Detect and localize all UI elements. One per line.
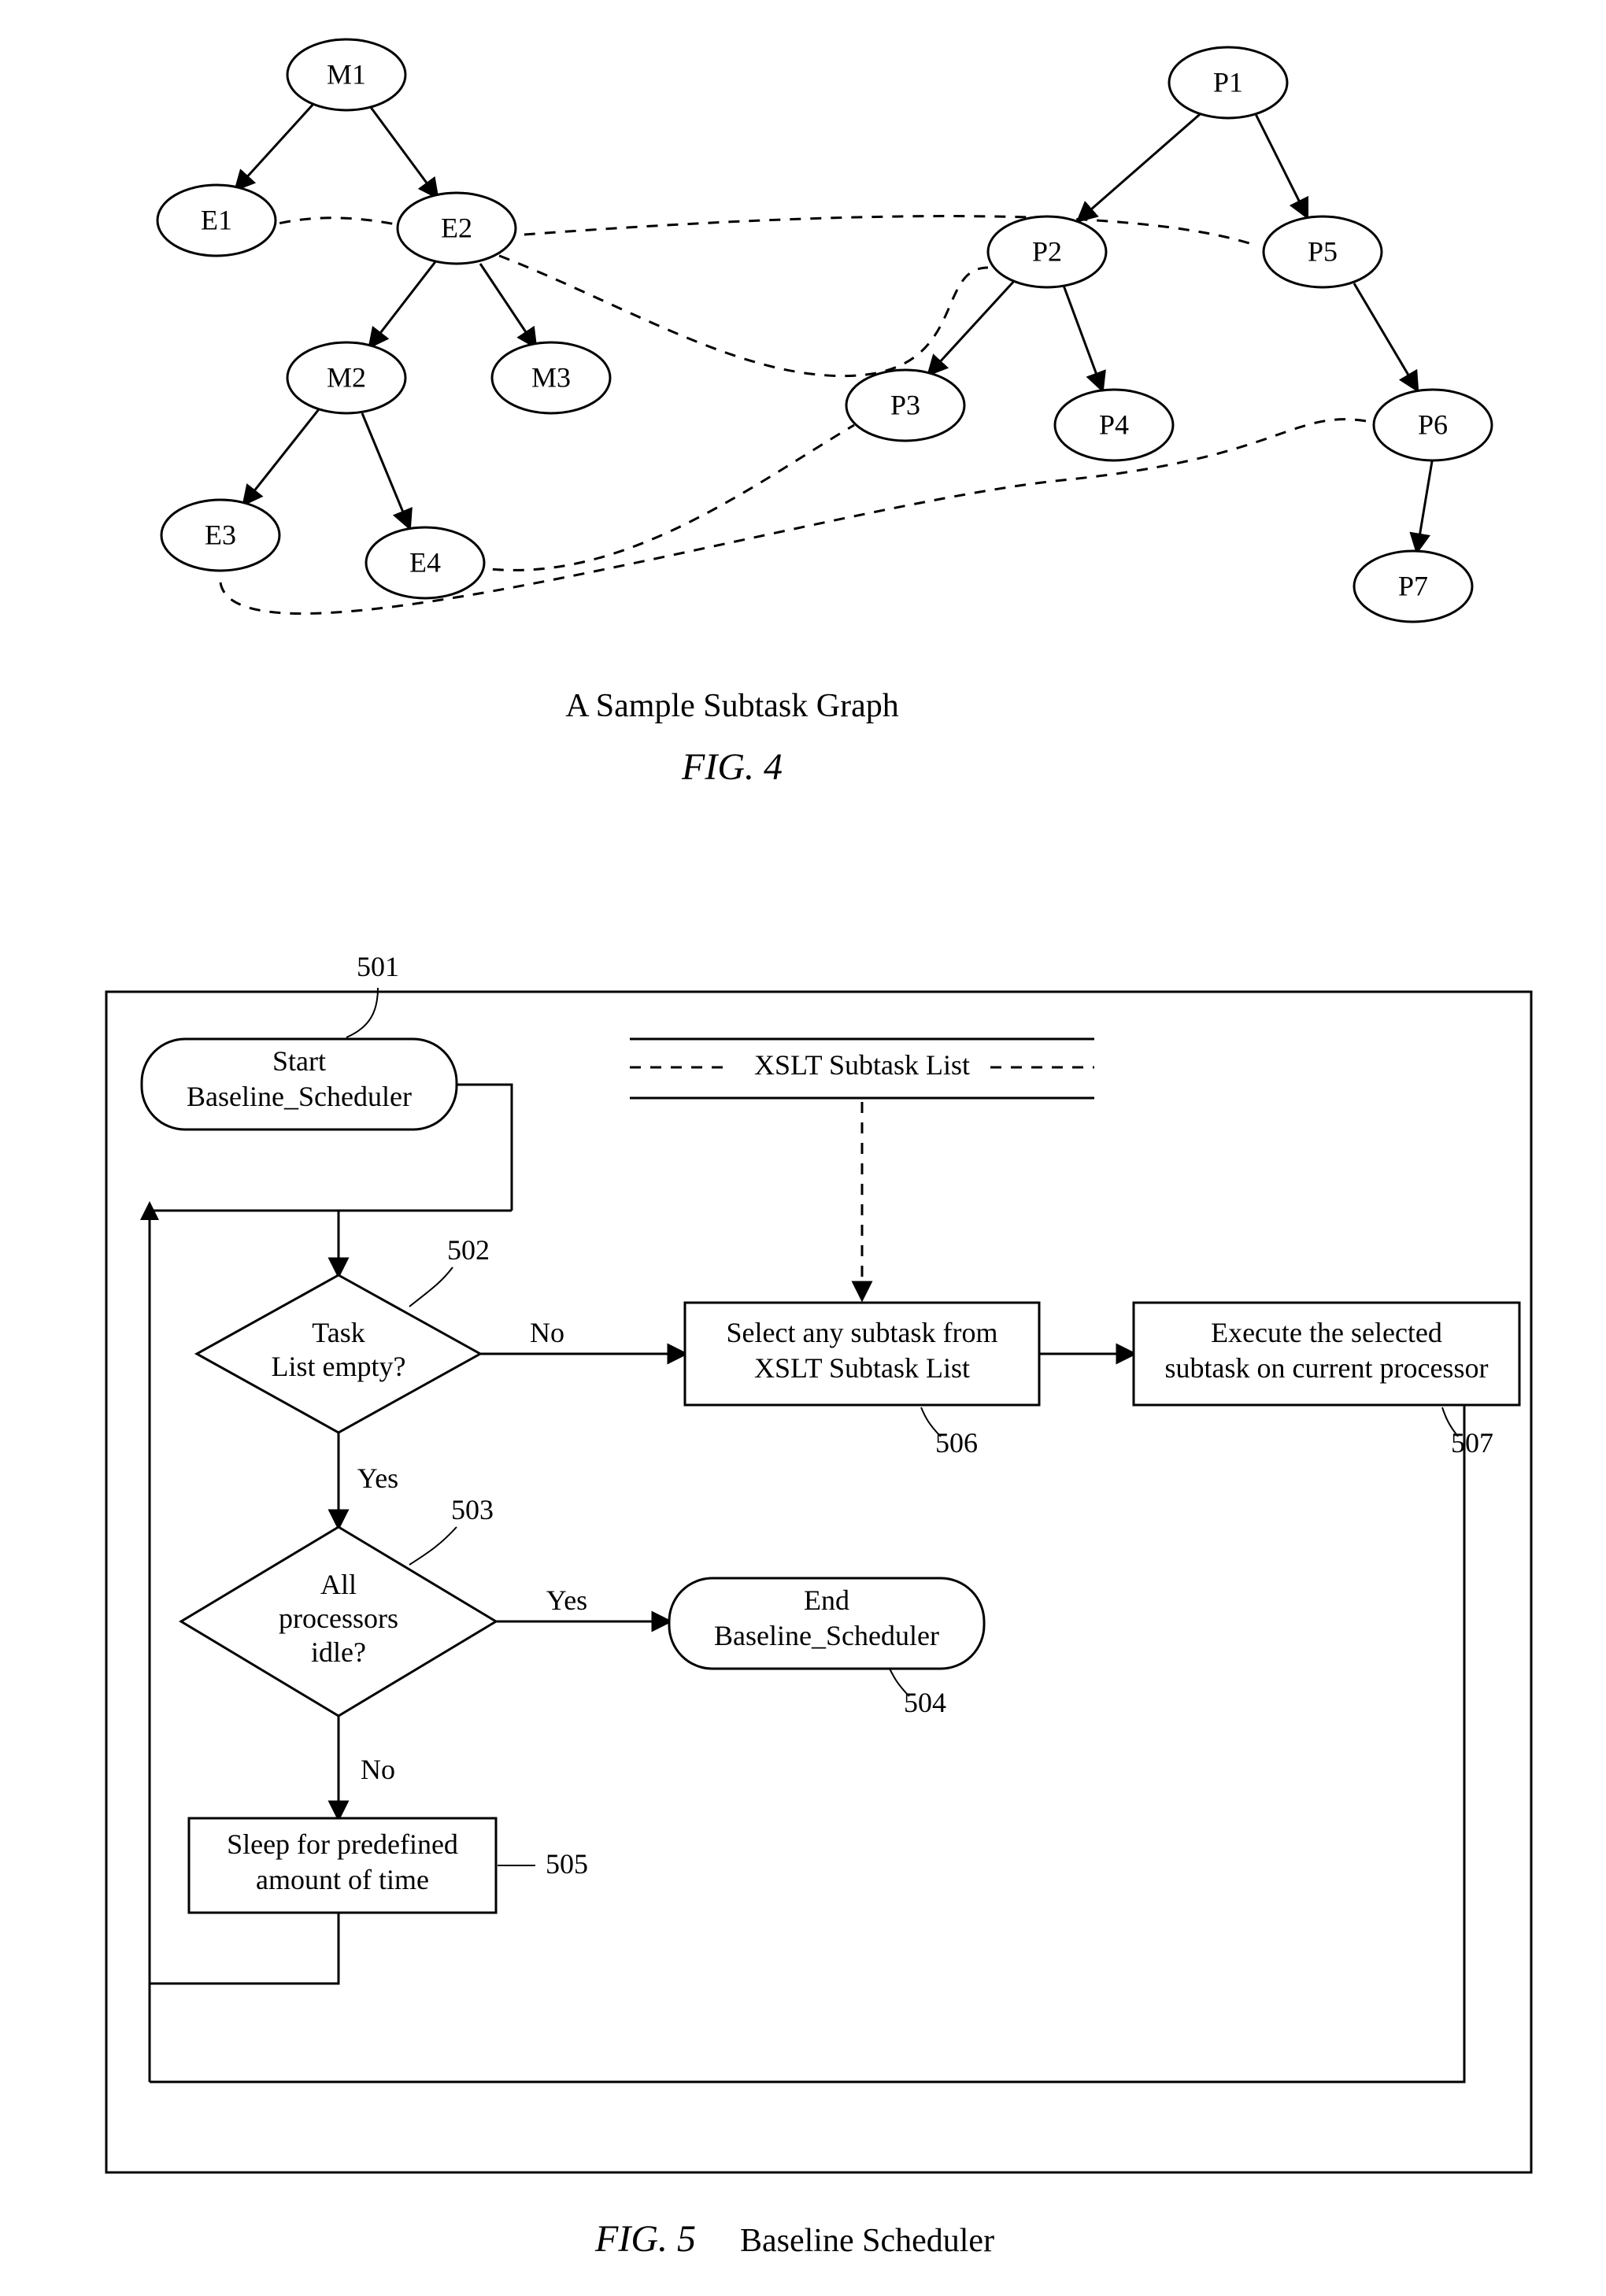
svg-text:Start: Start xyxy=(272,1045,326,1077)
edge-E2-M2 xyxy=(370,260,437,346)
svg-text:P1: P1 xyxy=(1213,66,1243,98)
ref-507: 507 xyxy=(1451,1427,1493,1459)
ref-502: 502 xyxy=(447,1234,490,1266)
label-503-yes: Yes xyxy=(546,1584,587,1616)
svg-text:Task: Task xyxy=(312,1317,364,1348)
node-P2: P2 xyxy=(988,216,1106,287)
svg-text:P5: P5 xyxy=(1308,235,1338,267)
svg-text:processors: processors xyxy=(279,1603,398,1634)
edge-E2-M3 xyxy=(480,264,535,346)
svg-text:All: All xyxy=(320,1569,357,1600)
svg-text:P6: P6 xyxy=(1418,409,1448,440)
node-P5: P5 xyxy=(1264,216,1382,287)
svg-text:M3: M3 xyxy=(531,361,571,393)
node-E1: E1 xyxy=(157,185,276,256)
ref-503: 503 xyxy=(451,1494,494,1525)
node-P7: P7 xyxy=(1354,551,1472,622)
terminal-end: End Baseline_Scheduler xyxy=(669,1578,984,1669)
edge-M2-E4 xyxy=(362,413,409,527)
edge-M1-E2 xyxy=(370,106,437,197)
edge-E2-P5 xyxy=(504,216,1252,244)
node-P6: P6 xyxy=(1374,390,1492,460)
svg-text:Baseline_Scheduler: Baseline_Scheduler xyxy=(714,1620,939,1651)
svg-text:subtask on current processor: subtask on current processor xyxy=(1165,1352,1489,1384)
svg-text:E2: E2 xyxy=(441,212,472,243)
svg-text:P4: P4 xyxy=(1099,409,1129,440)
terminal-start: Start Baseline_Scheduler xyxy=(142,1039,457,1130)
svg-text:P3: P3 xyxy=(890,389,920,420)
svg-text:M1: M1 xyxy=(327,58,366,90)
edge-M1-E1 xyxy=(236,102,315,189)
svg-text:XSLT Subtask List: XSLT Subtask List xyxy=(754,1352,970,1384)
svg-text:P7: P7 xyxy=(1398,570,1428,601)
svg-text:idle?: idle? xyxy=(311,1636,366,1668)
node-E4: E4 xyxy=(366,527,484,598)
edge-P1-P2 xyxy=(1079,110,1204,220)
fig4-caption: A Sample Subtask Graph xyxy=(565,688,898,724)
fig5-baseline-scheduler: Start Baseline_Scheduler 501 XSLT Subtas… xyxy=(106,951,1531,2260)
ref-506: 506 xyxy=(935,1427,978,1459)
svg-text:List empty?: List empty? xyxy=(272,1351,406,1382)
ref-501: 501 xyxy=(357,951,399,982)
label-502-no: No xyxy=(530,1317,564,1348)
fig4-subtask-graph: M1 E1 E2 M2 M3 E3 E4 P1 xyxy=(157,39,1492,788)
edge-P1-P5 xyxy=(1256,114,1307,216)
node-P3: P3 xyxy=(846,370,964,441)
process-sleep: Sleep for predefined amount of time xyxy=(189,1818,496,1913)
svg-text:Select any subtask from: Select any subtask from xyxy=(727,1317,998,1348)
ref-505: 505 xyxy=(546,1848,588,1880)
node-M1: M1 xyxy=(287,39,405,110)
node-M3: M3 xyxy=(492,342,610,413)
svg-text:Execute the selected: Execute the selected xyxy=(1211,1317,1442,1348)
svg-text:M2: M2 xyxy=(327,361,366,393)
svg-text:End: End xyxy=(804,1584,849,1616)
label-503-no: No xyxy=(361,1754,395,1785)
label-502-yes: Yes xyxy=(357,1462,398,1494)
node-E3: E3 xyxy=(161,500,279,571)
fig4-label: FIG. 4 xyxy=(681,746,783,788)
svg-text:amount of time: amount of time xyxy=(256,1864,429,1895)
ref-504: 504 xyxy=(904,1687,946,1718)
process-select: Select any subtask from XSLT Subtask Lis… xyxy=(685,1303,1039,1405)
svg-text:XSLT Subtask List: XSLT Subtask List xyxy=(754,1049,970,1081)
svg-text:Sleep for predefined: Sleep for predefined xyxy=(227,1828,458,1860)
edge-P5-P6 xyxy=(1354,283,1417,390)
node-M2: M2 xyxy=(287,342,405,413)
fig5-label: FIG. 5 xyxy=(594,2218,696,2260)
edge-M2-E3 xyxy=(244,409,319,504)
edge-E4-P3 xyxy=(472,425,854,570)
node-E2: E2 xyxy=(398,193,516,264)
node-P4: P4 xyxy=(1055,390,1173,460)
svg-text:E3: E3 xyxy=(205,519,236,550)
svg-text:P2: P2 xyxy=(1032,235,1062,267)
svg-text:E1: E1 xyxy=(201,204,232,235)
edge-P2-P4 xyxy=(1063,283,1102,390)
edge-P2-P3 xyxy=(929,279,1016,374)
node-P1: P1 xyxy=(1169,47,1287,118)
edge-P6-P7 xyxy=(1417,457,1433,551)
svg-text:Baseline_Scheduler: Baseline_Scheduler xyxy=(187,1081,412,1112)
svg-text:E4: E4 xyxy=(409,546,441,578)
fig5-sub: Baseline Scheduler xyxy=(740,2223,994,2259)
process-execute: Execute the selected subtask on current … xyxy=(1134,1303,1519,1405)
